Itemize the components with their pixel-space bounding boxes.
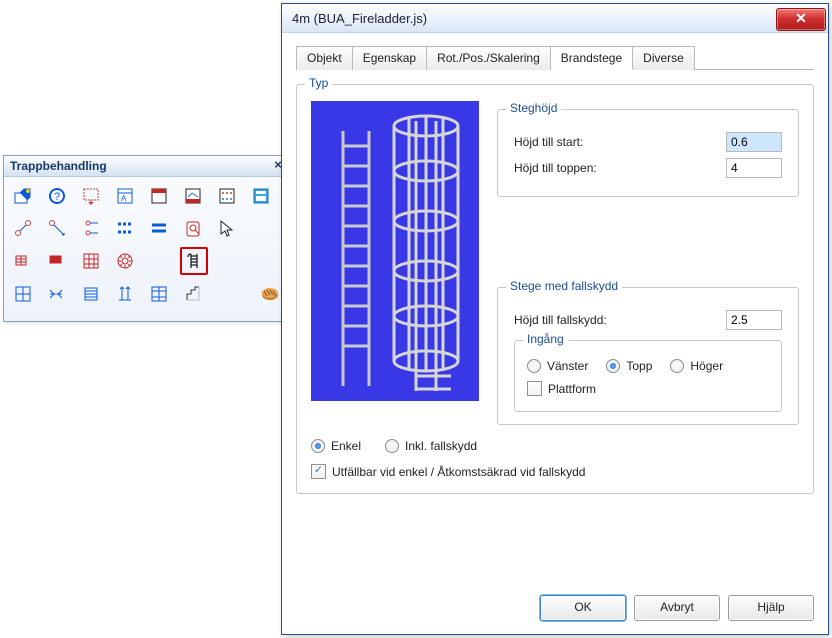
checkbox-label-plattform: Plattform: [548, 382, 596, 396]
radio-label-topp: Topp: [626, 359, 652, 373]
input-hojd-till-fallskydd[interactable]: [726, 310, 782, 330]
checkbox-plattform[interactable]: Plattform: [527, 381, 596, 396]
svg-text:A: A: [121, 194, 127, 203]
group-fallskydd-legend: Stege med fallskydd: [506, 279, 622, 293]
radio-dot-icon: [670, 359, 684, 373]
tool-icon-1-7[interactable]: [214, 183, 240, 209]
label-hojd-till-start: Höjd till start:: [514, 135, 583, 149]
tab-objekt[interactable]: Objekt: [296, 46, 353, 70]
label-hojd-till-fallskydd: Höjd till fallskydd:: [514, 313, 607, 327]
dialog-title: 4m (BUA_Fireladder.js): [292, 11, 427, 26]
input-hojd-till-start[interactable]: [726, 132, 782, 152]
tool-icon-3-1[interactable]: [10, 248, 36, 274]
group-ingang-legend: Ingång: [523, 332, 568, 346]
dialog-titlebar[interactable]: 4m (BUA_Fireladder.js) ✕: [282, 4, 828, 33]
tool-icon-1-4[interactable]: A: [112, 183, 138, 209]
radio-ingang-vanster[interactable]: Vänster: [527, 359, 588, 373]
tool-icon-1-1[interactable]: [10, 183, 36, 209]
radio-type-enkel[interactable]: Enkel: [311, 439, 361, 453]
toolbox-trappbehandling: Trappbehandling × ? A: [3, 155, 290, 322]
tab-egenskap[interactable]: Egenskap: [353, 46, 427, 70]
tool-icon-2-3[interactable]: [78, 215, 104, 241]
cancel-button[interactable]: Avbryt: [634, 595, 720, 621]
radio-dot-icon: [385, 439, 399, 453]
tool-icon-2-1[interactable]: [10, 215, 36, 241]
tool-icon-1-3[interactable]: [78, 183, 104, 209]
radio-dot-icon: [606, 359, 620, 373]
toolbox-titlebar[interactable]: Trappbehandling ×: [4, 156, 289, 177]
tool-icon-1-2[interactable]: ?: [44, 183, 70, 209]
tool-icon-1-6[interactable]: [180, 183, 206, 209]
group-fallskydd: Stege med fallskydd Höjd till fallskydd:…: [497, 287, 799, 425]
radio-dot-icon: [527, 359, 541, 373]
checkbox-box-icon: [527, 381, 542, 396]
radio-type-inkl-fallskydd[interactable]: Inkl. fallskydd: [385, 439, 477, 453]
tool-icon-3-4[interactable]: [112, 248, 138, 274]
checkbox-label-utfallbar: Utfällbar vid enkel / Åtkomstsäkrad vid …: [332, 465, 585, 479]
radio-label-enkel: Enkel: [331, 439, 361, 453]
help-button[interactable]: Hjälp: [728, 595, 814, 621]
tool-icon-4-1[interactable]: [10, 281, 36, 307]
tab-brandstege[interactable]: Brandstege: [551, 46, 633, 70]
radio-dot-icon: [311, 439, 325, 453]
dialog-close-button[interactable]: ✕: [776, 8, 826, 31]
group-typ-legend: Typ: [305, 76, 332, 90]
ladder-preview: [311, 101, 479, 401]
tool-icon-4-end[interactable]: [257, 281, 283, 307]
group-ingang: Ingång Vänster Topp: [514, 340, 782, 412]
ok-button[interactable]: OK: [540, 595, 626, 621]
svg-text:?: ?: [54, 191, 60, 203]
toolbox-body: ? A: [4, 177, 289, 321]
toolbox-title-text: Trappbehandling: [10, 159, 107, 173]
tool-icon-2-2[interactable]: [44, 215, 70, 241]
tool-icon-4-5[interactable]: [146, 281, 172, 307]
radio-ingang-topp[interactable]: Topp: [606, 359, 652, 373]
radio-label-vanster: Vänster: [547, 359, 588, 373]
radio-label-inkl: Inkl. fallskydd: [405, 439, 477, 453]
tool-icon-3-3[interactable]: [78, 248, 104, 274]
dialog-fireladder: 4m (BUA_Fireladder.js) ✕ Objekt Egenskap…: [281, 3, 829, 635]
label-hojd-till-toppen: Höjd till toppen:: [514, 161, 597, 175]
checkbox-box-icon: [311, 464, 326, 479]
tab-rotpos[interactable]: Rot./Pos./Skalering: [427, 46, 551, 70]
cursor-icon[interactable]: [214, 215, 240, 241]
tool-icon-2-5[interactable]: [146, 215, 172, 241]
tool-icon-4-6[interactable]: [180, 281, 206, 307]
tool-icon-1-8[interactable]: [248, 183, 274, 209]
tool-fireladder-button[interactable]: [180, 247, 208, 275]
radio-ingang-hoger[interactable]: Höger: [670, 359, 723, 373]
tabs: Objekt Egenskap Rot./Pos./Skalering Bran…: [296, 45, 814, 70]
tool-icon-1-5[interactable]: [146, 183, 172, 209]
tool-icon-3-2[interactable]: [44, 248, 70, 274]
tool-icon-4-3[interactable]: [78, 281, 104, 307]
tool-icon-4-4[interactable]: [112, 281, 138, 307]
dialog-button-row: OK Avbryt Hjälp: [540, 595, 814, 621]
tool-icon-2-4[interactable]: [112, 215, 138, 241]
input-hojd-till-toppen[interactable]: [726, 158, 782, 178]
group-steghojd: Steghöjd Höjd till start: Höjd till topp…: [497, 109, 799, 197]
tab-diverse[interactable]: Diverse: [633, 46, 695, 70]
checkbox-utfallbar[interactable]: Utfällbar vid enkel / Åtkomstsäkrad vid …: [311, 464, 585, 479]
group-typ: Typ: [296, 84, 814, 494]
tool-icon-2-6[interactable]: [180, 215, 206, 241]
radio-label-hoger: Höger: [690, 359, 723, 373]
tool-icon-4-2[interactable]: [44, 281, 70, 307]
group-steghojd-legend: Steghöjd: [506, 101, 561, 115]
